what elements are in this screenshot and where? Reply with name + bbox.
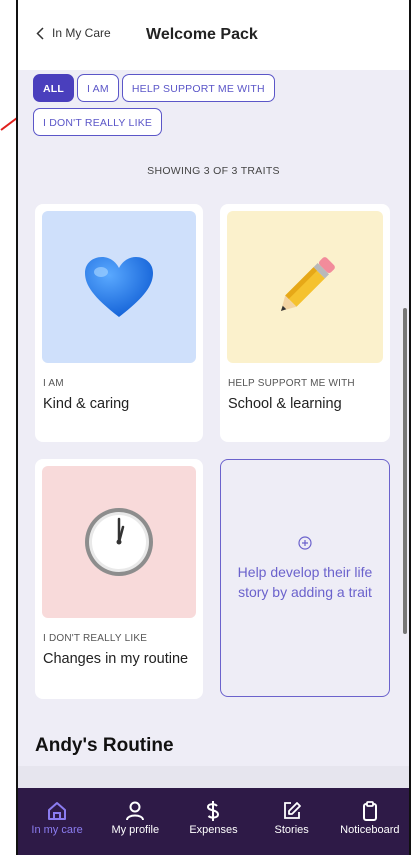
tab-label: My profile (111, 824, 160, 836)
person-icon (126, 801, 145, 821)
header: In My Care Welcome Pack (18, 0, 409, 70)
trait-name: School & learning (228, 396, 342, 412)
tab-label: Expenses (189, 824, 238, 836)
filter-chip-dont-like[interactable]: I DON'T REALLY LIKE (33, 108, 163, 136)
tab-stories[interactable]: Stories (256, 788, 328, 836)
tab-label: In my care (31, 824, 83, 836)
trait-image (42, 466, 196, 618)
tab-label: Stories (274, 824, 309, 836)
blue-heart-icon (85, 257, 153, 317)
trait-count: SHOWING 3 OF 3 TRAITS (147, 165, 280, 177)
edit-icon (283, 802, 301, 819)
trait-card-changes[interactable]: I DON'T REALLY LIKE Changes in my routin… (35, 459, 203, 699)
tab-label: Noticeboard (340, 824, 400, 836)
filter-chip-all[interactable]: ALL (33, 74, 75, 102)
tab-expenses[interactable]: Expenses (177, 788, 249, 836)
trait-category: I DON'T REALLY LIKE (43, 633, 148, 644)
trait-card-school[interactable]: HELP SUPPORT ME WITH School & learning (220, 204, 390, 442)
filter-chip-i-am[interactable]: I AM (77, 74, 119, 102)
trait-name: Kind & caring (43, 396, 130, 412)
routine-heading: Andy's Routine (35, 735, 174, 756)
back-button[interactable]: In My Care (36, 26, 111, 40)
routine-section (18, 766, 409, 788)
dollar-icon (207, 801, 220, 821)
phone-screen: In My Care Welcome Pack ALL I AM HELP SUPP… (16, 0, 411, 855)
pencil-icon (280, 257, 335, 312)
chevron-left-icon (36, 26, 44, 40)
bottom-tab-bar: In my care My profile Expenses Stories N… (18, 788, 409, 855)
trait-name: Changes in my routine (43, 651, 189, 667)
trait-category: I AM (43, 378, 64, 389)
filter-chips: ALL I AM HELP SUPPORT ME WITH I DON'T REALL… (33, 74, 393, 142)
add-circle-icon (298, 536, 312, 550)
home-icon (48, 802, 67, 820)
filter-chip-help-support[interactable]: HELP SUPPORT ME WITH (121, 74, 275, 102)
trait-category: HELP SUPPORT ME WITH (228, 378, 355, 389)
trait-card-kind[interactable]: I AM Kind & caring (35, 204, 203, 442)
add-trait-card[interactable]: Help develop their life story by adding … (220, 459, 390, 697)
back-label: In My Care (52, 26, 111, 40)
scrollbar[interactable] (403, 308, 407, 634)
tab-noticeboard[interactable]: Noticeboard (334, 788, 406, 836)
tab-in-my-care[interactable]: In my care (21, 788, 93, 836)
trait-image (42, 211, 196, 363)
tab-my-profile[interactable]: My profile (99, 788, 171, 836)
add-trait-text: Help develop their life story by adding … (237, 564, 373, 600)
clipboard-icon (362, 801, 377, 821)
page-title: Welcome Pack (146, 26, 258, 43)
clock-icon (85, 508, 153, 576)
trait-image (227, 211, 383, 363)
